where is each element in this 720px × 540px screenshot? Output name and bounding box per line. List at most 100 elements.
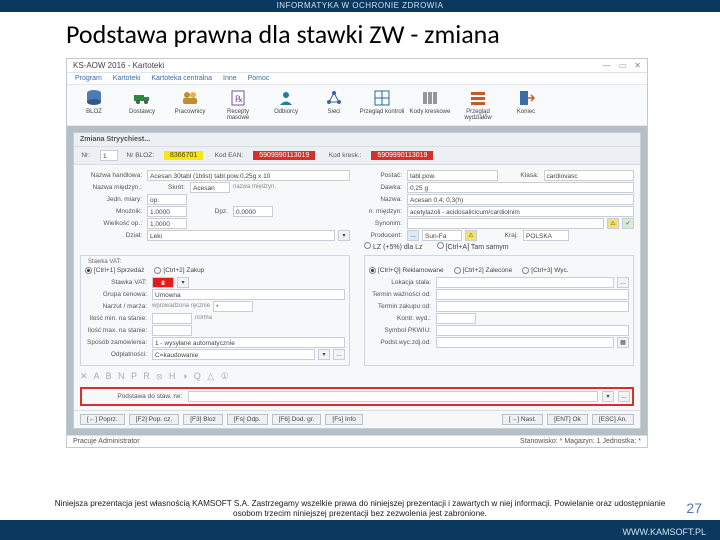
skrot-field[interactable]: Acesan bbox=[190, 182, 230, 193]
mnoznik-field[interactable]: 1.0000 bbox=[147, 206, 187, 217]
sposob-field[interactable]: 1 - wysyłane automatycznie bbox=[152, 337, 345, 348]
lookup-icon[interactable]: … bbox=[617, 277, 629, 288]
kodkresk-label: Kod kresk.: bbox=[323, 152, 363, 159]
jedn-miary-field[interactable]: op. bbox=[147, 194, 187, 205]
check-lz[interactable]: LZ (+5%) dla Lz bbox=[364, 242, 423, 251]
app-window: KS-AOW 2016 - Kartoteki — ▭ ✕ Program Ka… bbox=[66, 58, 648, 448]
ok-icon[interactable]: ✓ bbox=[622, 218, 634, 229]
maximize-icon[interactable]: ▭ bbox=[619, 61, 627, 70]
btn-odp[interactable]: [Fs] Odp. bbox=[227, 414, 268, 425]
ribbon-label: Przegląd wydziałów bbox=[455, 109, 501, 122]
ribbon-kody[interactable]: Kody kreskowe bbox=[407, 88, 453, 122]
fieldset-title bbox=[369, 259, 377, 265]
producent-field[interactable]: Sun-Fa bbox=[422, 230, 462, 241]
symbol-field[interactable] bbox=[436, 325, 629, 336]
ribbon-odbiorcy[interactable]: Odbiorcy bbox=[263, 88, 309, 122]
btn-ok[interactable]: [ENT] Ok bbox=[547, 414, 588, 425]
btn-info[interactable]: [Fs] Info bbox=[325, 414, 362, 425]
norma-hint: norma bbox=[195, 315, 212, 321]
skrot-label: Skrót: bbox=[147, 184, 187, 191]
radio-sprzedaz[interactable]: [Ctrl+1] Sprzedaż bbox=[85, 267, 144, 274]
narzut-field[interactable]: * bbox=[213, 301, 253, 312]
ribbon-bloz[interactable]: BLOZ bbox=[71, 88, 117, 122]
btn-popcz[interactable]: [F2] Pop. cz. bbox=[129, 414, 180, 425]
skrot-hint: nazwa międzyn. bbox=[233, 184, 276, 190]
ribbon-recepty[interactable]: ℞ Recepty masowe bbox=[215, 88, 261, 122]
iloscmin-field[interactable] bbox=[152, 313, 192, 324]
radio-zakup[interactable]: [Ctrl+2] Zakup bbox=[154, 267, 204, 274]
odplatnosci-field[interactable]: C=kaudowanie bbox=[152, 349, 315, 360]
dropdown-icon[interactable]: ▾ bbox=[318, 349, 330, 360]
menu-inne[interactable]: Inne bbox=[223, 75, 237, 82]
btn-poprz[interactable]: [←] Poprz. bbox=[80, 414, 125, 425]
nmiedzyn-field[interactable]: acetylazoli - acidosalicicum/cardiolnim bbox=[407, 206, 634, 217]
podstawa-label: Podstawa do staw. rw: bbox=[84, 393, 184, 400]
btn-bloz[interactable]: [F3] Bloz bbox=[183, 414, 223, 425]
warn-icon[interactable]: ⚠ bbox=[607, 218, 619, 229]
dpz-field[interactable]: 0.0000 bbox=[233, 206, 273, 217]
dropdown-icon[interactable]: ▾ bbox=[338, 230, 350, 241]
lok-field[interactable] bbox=[436, 277, 614, 288]
rx-icon: ℞ bbox=[228, 88, 248, 108]
termin-field[interactable] bbox=[436, 289, 629, 300]
nmiedzyn-label: n. międzyn: bbox=[364, 208, 404, 215]
dpz-label: Dpz. bbox=[190, 208, 230, 215]
ribbon-wydzialow[interactable]: Przegląd wydziałów bbox=[455, 88, 501, 122]
grid-icon bbox=[372, 88, 392, 108]
podstzdj-field[interactable] bbox=[436, 337, 614, 348]
nr-field[interactable]: 1 bbox=[100, 150, 118, 161]
vat-field[interactable]: 8 bbox=[152, 277, 174, 288]
ribbon-kontroli[interactable]: Przegląd kontroli bbox=[359, 88, 405, 122]
form-grid: Nazwa handlowa:Acesan 30tabl (1blist) ta… bbox=[74, 165, 640, 410]
person-icon bbox=[276, 88, 296, 108]
nazwa2-field[interactable]: Acesan 0,4; 0,3(h) bbox=[407, 194, 634, 205]
kraj-field[interactable]: POLSKA bbox=[523, 230, 569, 241]
warn-icon[interactable]: ⚠ bbox=[465, 230, 477, 241]
wielkosc-op-label: Wielkość op.: bbox=[80, 220, 144, 227]
btn-anuluj[interactable]: [ESC] An. bbox=[592, 414, 634, 425]
podstawa-field[interactable] bbox=[188, 391, 598, 402]
postac-field[interactable]: tabl.pow. bbox=[407, 170, 498, 181]
radio-zalecone[interactable]: [Ctrl+2] Zalecone bbox=[454, 267, 513, 274]
grupa-field[interactable]: Umowna bbox=[152, 289, 345, 300]
ribbon-label: Pracownicy bbox=[175, 109, 206, 115]
menu-centralna[interactable]: Kartoteka centralna bbox=[151, 75, 212, 82]
dzial-field[interactable]: Leki bbox=[147, 230, 335, 241]
menu-kartoteki[interactable]: Kartoteki bbox=[113, 75, 141, 82]
menu-pomoc[interactable]: Pomoc bbox=[248, 75, 270, 82]
iloscmax-field[interactable] bbox=[152, 325, 192, 336]
synonim-field[interactable] bbox=[407, 218, 604, 229]
btn-nast[interactable]: [→] Nast. bbox=[502, 414, 543, 425]
calendar-icon[interactable]: ▦ bbox=[617, 337, 629, 348]
check-tam[interactable]: [Ctrl+A] Tam samym bbox=[437, 242, 509, 251]
dropdown-icon[interactable]: ▾ bbox=[602, 391, 614, 402]
odplatnosci-label: Odpłatności: bbox=[85, 351, 149, 358]
radio-wyc[interactable]: [Ctrl+3] Wyc. bbox=[522, 267, 568, 274]
nazwa-handlowa-field[interactable]: Acesan 30tabl (1blist) tabl.pow.0,25g x … bbox=[147, 170, 350, 181]
narzut-hint: wprowadzona ręcznie bbox=[152, 303, 210, 309]
menu-program[interactable]: Program bbox=[75, 75, 102, 82]
nrbloz-value: 8366701 bbox=[164, 151, 203, 160]
lookup-icon[interactable]: … bbox=[407, 230, 419, 241]
ellipsis-icon[interactable]: … bbox=[333, 349, 345, 360]
ribbon-dostawcy[interactable]: Dostawcy bbox=[119, 88, 165, 122]
exit-icon bbox=[516, 88, 536, 108]
ribbon-koniec[interactable]: Koniec bbox=[503, 88, 549, 122]
vat-label: Stawka VAT: bbox=[85, 279, 149, 286]
ellipsis-icon[interactable]: … bbox=[618, 391, 630, 402]
panel-title: Zmiana Stryychiest... bbox=[74, 133, 640, 147]
footer-url: WWW.KAMSOFT.PL bbox=[622, 527, 706, 537]
nazwa-miedzyn-label: Nazwa międzyn.: bbox=[80, 184, 144, 191]
kontr-field[interactable] bbox=[436, 313, 476, 324]
termvat-field[interactable] bbox=[436, 301, 629, 312]
wielkosc-op-field[interactable]: 1.0000 bbox=[147, 218, 187, 229]
close-icon[interactable]: ✕ bbox=[634, 61, 641, 70]
ribbon-sieci[interactable]: Sieci bbox=[311, 88, 357, 122]
dropdown-icon[interactable]: ▾ bbox=[177, 277, 189, 288]
klasa-field[interactable]: cardiovasc bbox=[544, 170, 635, 181]
ribbon-pracownicy[interactable]: Pracownicy bbox=[167, 88, 213, 122]
minimize-icon[interactable]: — bbox=[603, 61, 611, 70]
btn-dodgr[interactable]: [F6] Dod. gr. bbox=[272, 414, 322, 425]
dawka-field[interactable]: 0,25 g bbox=[407, 182, 634, 193]
radio-reklam[interactable]: [Ctrl+Q] Reklamowane bbox=[369, 267, 444, 274]
